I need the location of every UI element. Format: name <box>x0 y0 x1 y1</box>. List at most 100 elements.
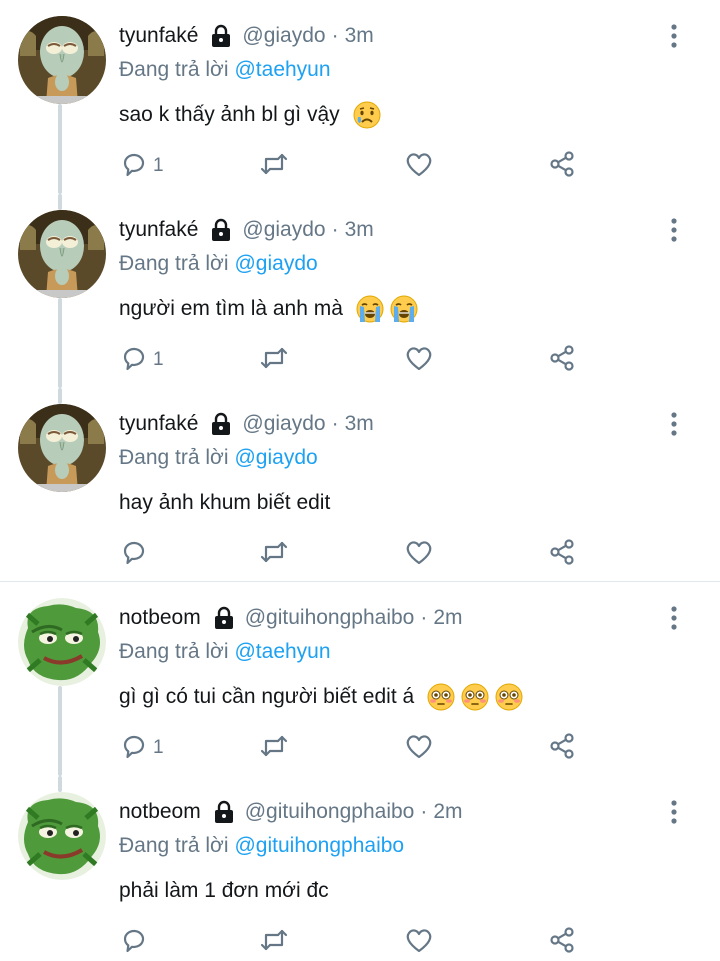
heart-icon <box>404 731 434 766</box>
tweet-text: hay ảnh khum biết edit <box>119 488 330 518</box>
username[interactable]: @giaydo <box>242 22 325 50</box>
share-button[interactable] <box>547 732 577 764</box>
username[interactable]: @gituihongphaibo <box>245 604 415 632</box>
tweet[interactable]: tyunfaké @giaydo · 3m Đang trả lời @taehy… <box>0 0 720 194</box>
reply-button[interactable]: 1 <box>119 150 164 182</box>
reply-button[interactable]: 1 <box>119 344 164 376</box>
reply-button[interactable]: 1 <box>119 732 164 764</box>
tweet-actions <box>119 926 589 958</box>
thread-line <box>58 104 62 194</box>
tweet-text: phải làm 1 đơn mới đc <box>119 876 329 906</box>
avatar[interactable] <box>18 404 106 492</box>
display-name[interactable]: notbeom <box>119 798 201 826</box>
display-name[interactable]: tyunfaké <box>119 22 198 50</box>
more-options-icon[interactable] <box>664 22 684 50</box>
timestamp[interactable]: 2m <box>433 604 462 632</box>
mention-link[interactable]: @giaydo <box>234 446 317 469</box>
separator-dot: · <box>420 800 428 823</box>
reply-icon <box>119 343 149 378</box>
more-options-icon[interactable] <box>664 604 684 632</box>
separator-dot: · <box>331 24 339 47</box>
display-name[interactable]: tyunfaké <box>119 216 198 244</box>
tweet-header: notbeom @gituihongphaibo · 2m <box>119 798 463 826</box>
timestamp[interactable]: 3m <box>345 22 374 50</box>
tweet[interactable]: notbeom @gituihongphaibo · 2m Đang trả l… <box>0 582 720 776</box>
tweet-body: gì gì có tui cần người biết edit á <box>119 685 415 708</box>
username[interactable]: @gituihongphaibo <box>245 798 415 826</box>
avatar[interactable] <box>18 792 106 880</box>
display-name[interactable]: tyunfaké <box>119 410 198 438</box>
mention-link[interactable]: @gituihongphaibo <box>234 834 404 857</box>
share-button[interactable] <box>547 926 577 958</box>
tweet-actions: 1 <box>119 150 589 182</box>
like-button[interactable] <box>404 732 434 764</box>
separator-dot: · <box>331 412 339 435</box>
replying-label: Đang trả lời <box>119 58 229 81</box>
username[interactable]: @giaydo <box>242 410 325 438</box>
loudly-crying-face-emoji <box>355 294 385 324</box>
tweet[interactable]: notbeom @gituihongphaibo · 2m Đang trả l… <box>0 776 720 961</box>
thread-line <box>58 298 62 388</box>
avatar[interactable] <box>18 210 106 298</box>
more-options-icon[interactable] <box>664 216 684 244</box>
tweet-body: người em tìm là anh mà <box>119 297 343 320</box>
mention-link[interactable]: @taehyun <box>234 58 330 81</box>
share-button[interactable] <box>547 538 577 570</box>
flushed-face-emoji <box>460 682 490 712</box>
replying-to: Đang trả lời @taehyun <box>119 638 331 666</box>
like-button[interactable] <box>404 926 434 958</box>
timestamp[interactable]: 3m <box>345 216 374 244</box>
like-button[interactable] <box>404 538 434 570</box>
mention-link[interactable]: @taehyun <box>234 640 330 663</box>
retweet-button[interactable] <box>259 926 289 958</box>
share-icon <box>547 537 577 572</box>
heart-icon <box>404 925 434 960</box>
thread-line <box>58 194 62 210</box>
avatar[interactable] <box>18 598 106 686</box>
retweet-button[interactable] <box>259 344 289 376</box>
reply-count: 1 <box>153 737 164 758</box>
retweet-button[interactable] <box>259 732 289 764</box>
tweet-text: sao k thấy ảnh bl gì vậy <box>119 100 382 130</box>
crying-face-emoji <box>352 100 382 130</box>
timestamp[interactable]: 3m <box>345 410 374 438</box>
more-options-icon[interactable] <box>664 798 684 826</box>
replying-label: Đang trả lời <box>119 640 229 663</box>
share-button[interactable] <box>547 344 577 376</box>
separator-dot: · <box>331 218 339 241</box>
tweet-actions: 1 <box>119 344 589 376</box>
tweet-body: phải làm 1 đơn mới đc <box>119 879 329 902</box>
username[interactable]: @giaydo <box>242 216 325 244</box>
reply-count: 1 <box>153 155 164 176</box>
heart-icon <box>404 343 434 378</box>
share-button[interactable] <box>547 150 577 182</box>
retweet-icon <box>259 149 289 184</box>
thread-line <box>58 686 62 776</box>
loudly-crying-face-emoji <box>389 294 419 324</box>
lock-icon <box>208 411 234 437</box>
replying-to: Đang trả lời @taehyun <box>119 56 331 84</box>
avatar[interactable] <box>18 16 106 104</box>
tweet[interactable]: tyunfaké @giaydo · 3m Đang trả lời @giayd… <box>0 194 720 388</box>
tweet-header: tyunfaké @giaydo · 3m <box>119 410 374 438</box>
retweet-button[interactable] <box>259 150 289 182</box>
more-options-icon[interactable] <box>664 410 684 438</box>
retweet-icon <box>259 731 289 766</box>
reply-button[interactable] <box>119 538 153 570</box>
tweet-actions: 1 <box>119 732 589 764</box>
display-name[interactable]: notbeom <box>119 604 201 632</box>
mention-link[interactable]: @giaydo <box>234 252 317 275</box>
share-icon <box>547 925 577 960</box>
like-button[interactable] <box>404 150 434 182</box>
tweet[interactable]: tyunfaké @giaydo · 3m Đang trả lời @giayd… <box>0 388 720 582</box>
retweet-icon <box>259 537 289 572</box>
replying-to: Đang trả lời @giaydo <box>119 250 318 278</box>
lock-icon <box>208 217 234 243</box>
like-button[interactable] <box>404 344 434 376</box>
lock-icon <box>211 799 237 825</box>
reply-button[interactable] <box>119 926 153 958</box>
share-icon <box>547 731 577 766</box>
replying-label: Đang trả lời <box>119 252 229 275</box>
retweet-button[interactable] <box>259 538 289 570</box>
timestamp[interactable]: 2m <box>433 798 462 826</box>
